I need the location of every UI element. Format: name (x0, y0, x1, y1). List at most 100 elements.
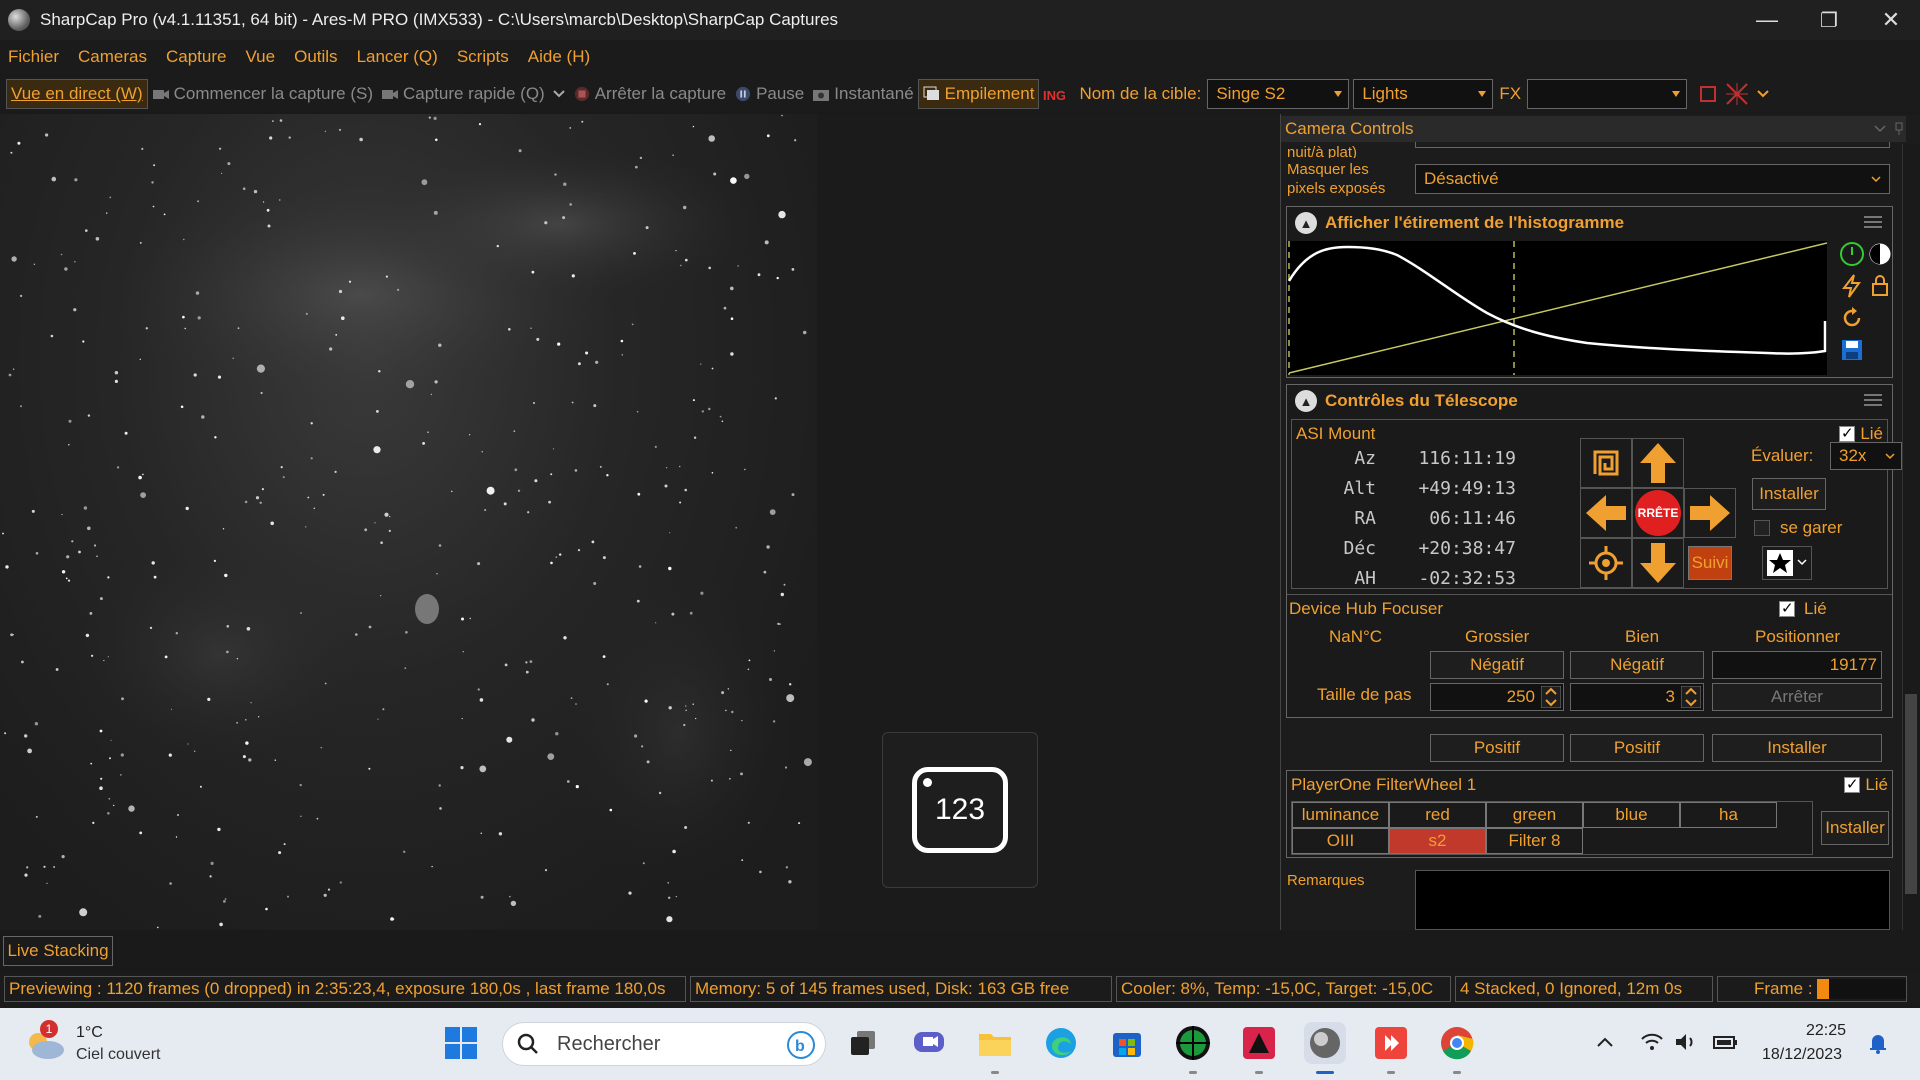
volume-icon[interactable] (1674, 1032, 1698, 1052)
coarse-negative-button[interactable]: Négatif (1430, 651, 1564, 679)
start-button[interactable] (440, 1022, 482, 1064)
telescope-header[interactable]: ▲ Contrôles du Télescope (1287, 385, 1892, 417)
histogram-chart[interactable] (1287, 241, 1827, 375)
filter-slot[interactable]: luminance (1292, 802, 1389, 828)
focuser-stop-button[interactable]: Arrêter (1712, 683, 1882, 711)
store-button[interactable] (1106, 1022, 1148, 1064)
toolbar-more-dropdown[interactable] (1753, 79, 1773, 109)
chrome-button[interactable] (1436, 1022, 1478, 1074)
stacking-button[interactable]: Empilement (917, 79, 1040, 109)
clock-time[interactable]: 22:25 (1806, 1022, 1846, 1040)
notification-bell-icon[interactable] (1868, 1032, 1888, 1054)
center-target-button[interactable] (1580, 538, 1632, 588)
teams-chat-button[interactable] (908, 1022, 950, 1064)
notes-textarea[interactable] (1415, 870, 1890, 930)
edge-button[interactable] (1040, 1022, 1082, 1064)
collapse-icon[interactable]: ▲ (1295, 390, 1317, 412)
goto-target-button[interactable] (1762, 546, 1812, 580)
menu-icon[interactable] (1864, 216, 1882, 228)
task-view-button[interactable] (842, 1022, 884, 1064)
mask-pixels-combo[interactable]: Désactivé (1415, 164, 1890, 194)
start-capture-button[interactable]: Commencer la capture (S) (148, 79, 377, 109)
restore-button[interactable]: ❐ (1798, 0, 1860, 40)
collapse-icon[interactable]: ▲ (1295, 212, 1317, 234)
mount-linked-checkbox[interactable] (1839, 424, 1855, 442)
wifi-icon[interactable] (1640, 1032, 1664, 1052)
anydesk-button[interactable] (1370, 1022, 1412, 1074)
mount-install-button[interactable]: Installer (1752, 478, 1826, 510)
menu-aide[interactable]: Aide (H) (528, 47, 590, 67)
battery-icon[interactable] (1712, 1032, 1738, 1052)
contrast-icon[interactable] (1867, 241, 1893, 267)
rate-combo[interactable]: 32x (1830, 442, 1902, 470)
astro-app-button[interactable] (1238, 1022, 1280, 1074)
snapshot-button[interactable]: Instantané (808, 79, 917, 109)
spiral-search-button[interactable] (1580, 438, 1632, 488)
phd2-button[interactable] (1172, 1022, 1214, 1074)
quick-capture-dropdown[interactable] (549, 79, 569, 109)
chevron-down-icon[interactable] (1874, 125, 1886, 133)
fine-positive-button[interactable]: Positif (1570, 734, 1704, 762)
camera-preview-image[interactable] (0, 114, 817, 930)
move-south-button[interactable] (1632, 538, 1684, 588)
touch-keyboard-button[interactable]: 123 (882, 732, 1038, 888)
power-icon[interactable] (1839, 241, 1865, 267)
lightning-icon[interactable] (1839, 273, 1865, 299)
clock-date[interactable]: 18/12/2023 (1762, 1046, 1842, 1064)
position-input[interactable]: 19177 (1712, 651, 1882, 679)
coarse-positive-button[interactable]: Positif (1430, 734, 1564, 762)
menu-fichier[interactable]: Fichier (8, 47, 59, 67)
filter-slot[interactable]: s2 (1389, 828, 1486, 854)
pause-button[interactable]: Pause (730, 79, 808, 109)
image-viewport[interactable]: 123 (0, 114, 1280, 930)
target-icon-button[interactable]: ING (1039, 79, 1073, 109)
filter-slot[interactable]: red (1389, 802, 1486, 828)
tracking-button[interactable]: Suivi (1688, 546, 1732, 580)
live-view-button[interactable]: Vue en direct (W) (6, 79, 148, 109)
sharpcap-taskbar-button[interactable] (1304, 1022, 1346, 1074)
minimize-button[interactable]: — (1736, 0, 1798, 40)
fine-negative-button[interactable]: Négatif (1570, 651, 1704, 679)
frame-type-combo[interactable]: Lights (1353, 79, 1494, 109)
menu-outils[interactable]: Outils (294, 47, 337, 67)
filter-slot[interactable]: Filter 8 (1486, 828, 1583, 854)
filter-slot[interactable]: ha (1680, 802, 1777, 828)
weather-widget[interactable]: 1 1°C Ciel couvert (24, 1020, 160, 1067)
menu-lancer[interactable]: Lancer (Q) (357, 47, 438, 67)
close-button[interactable]: ✕ (1860, 0, 1920, 40)
filterwheel-linked-checkbox[interactable] (1844, 775, 1860, 793)
spinner-icon[interactable] (1541, 686, 1561, 708)
focuser-linked-checkbox[interactable] (1779, 599, 1795, 617)
park-checkbox[interactable] (1754, 520, 1770, 536)
save-icon[interactable] (1839, 337, 1865, 363)
menu-cameras[interactable]: Cameras (78, 47, 147, 67)
coarse-step-input[interactable]: 250 (1430, 683, 1564, 711)
target-name-combo[interactable]: Singe S2 (1207, 79, 1350, 109)
live-stacking-tab[interactable]: Live Stacking (3, 936, 113, 966)
stop-capture-button[interactable]: Arrêter la capture (569, 79, 730, 109)
file-explorer-button[interactable] (974, 1022, 1016, 1074)
filter-slot[interactable]: green (1486, 802, 1583, 828)
focuser-install-button[interactable]: Installer (1712, 734, 1882, 762)
reset-icon[interactable] (1839, 305, 1865, 331)
filter-slot[interactable]: OIII (1292, 828, 1389, 854)
histogram-header[interactable]: ▲ Afficher l'étirement de l'histogramme (1287, 207, 1892, 239)
taskbar-search[interactable]: Rechercher b (502, 1022, 826, 1066)
pin-icon[interactable] (1894, 122, 1904, 136)
fx-combo[interactable] (1527, 79, 1688, 109)
quick-capture-button[interactable]: Capture rapide (Q) (377, 79, 549, 109)
reticle-button[interactable] (1721, 79, 1753, 109)
chevron-up-icon[interactable] (1596, 1036, 1614, 1048)
fine-step-input[interactable]: 3 (1570, 683, 1704, 711)
move-east-button[interactable] (1684, 488, 1736, 538)
menu-vue[interactable]: Vue (245, 47, 275, 67)
stop-mount-button[interactable]: RRÊTE (1632, 488, 1684, 538)
move-north-button[interactable] (1632, 438, 1684, 488)
menu-scripts[interactable]: Scripts (457, 47, 509, 67)
record-stop-button[interactable] (1695, 79, 1721, 109)
move-west-button[interactable] (1580, 488, 1632, 538)
menu-capture[interactable]: Capture (166, 47, 226, 67)
filterwheel-install-button[interactable]: Installer (1821, 811, 1889, 845)
panel-scroll-thumb[interactable] (1905, 694, 1917, 894)
lock-icon[interactable] (1867, 273, 1893, 299)
